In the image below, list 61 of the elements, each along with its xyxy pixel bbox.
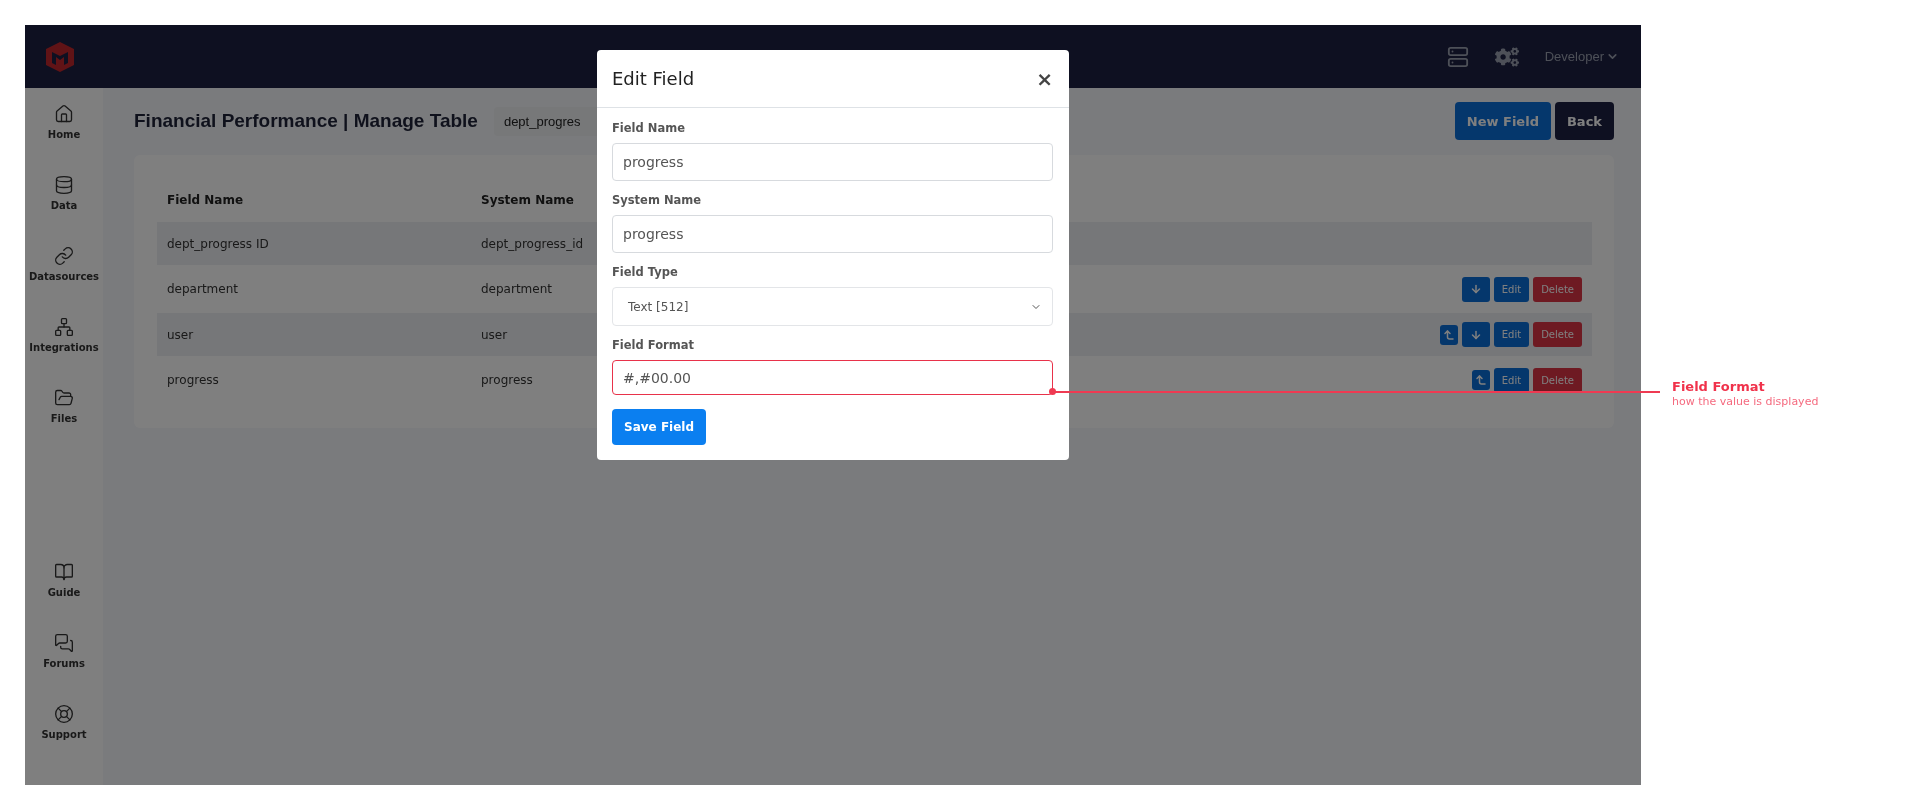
- sidebar-item[interactable]: Home: [25, 104, 103, 175]
- back-button[interactable]: Back: [1554, 102, 1614, 140]
- up-arrow-icon: [1474, 374, 1487, 386]
- annotation-text: how the value is displayed: [1672, 395, 1819, 408]
- delete-button[interactable]: Delete: [1533, 367, 1582, 393]
- field-label: Field Name: [612, 121, 686, 135]
- input-field[interactable]: #,#00.00: [612, 360, 1053, 395]
- link-icon: [54, 246, 74, 266]
- user-menu[interactable]: Developer: [1544, 49, 1619, 64]
- field-label: System Name: [612, 193, 703, 207]
- sidebar-item[interactable]: Guide: [25, 562, 103, 633]
- up-arrow-icon: [1442, 328, 1455, 341]
- table-cell-text: dept_progress_id: [481, 236, 585, 251]
- move-up-button[interactable]: [1471, 370, 1490, 390]
- home-icon: [54, 104, 74, 124]
- input-field[interactable]: progress: [612, 143, 1053, 181]
- sidebar-item[interactable]: Forums: [25, 633, 103, 704]
- settings-icon[interactable]: [1494, 44, 1519, 69]
- book-icon: [54, 562, 74, 582]
- down-arrow-icon: [1469, 328, 1482, 341]
- folder-icon: [54, 388, 74, 408]
- server-icon[interactable]: [1446, 45, 1469, 68]
- sidebar-item[interactable]: Support: [25, 704, 103, 775]
- leader-dot: [1049, 388, 1056, 395]
- sidebar-item[interactable]: Integrations: [25, 317, 103, 388]
- down-arrow-icon: [1469, 283, 1482, 295]
- chat-icon: [54, 633, 74, 653]
- sidebar-item[interactable]: Files: [25, 388, 103, 459]
- table-cell-text: department: [167, 282, 239, 296]
- close-button[interactable]: ×: [1036, 66, 1053, 91]
- sidebar-item[interactable]: Datasources: [25, 246, 103, 317]
- column-header: System Name: [481, 192, 575, 207]
- delete-button[interactable]: Delete: [1533, 322, 1582, 347]
- input-field[interactable]: progress: [612, 215, 1053, 253]
- lifebuoy-icon: [54, 704, 74, 724]
- move-up-button[interactable]: [1439, 324, 1458, 345]
- move-down-button[interactable]: [1461, 276, 1490, 302]
- field-label: Field Type: [612, 265, 679, 279]
- move-down-button[interactable]: [1461, 322, 1490, 347]
- field-label: Field Format: [612, 338, 695, 352]
- save-button[interactable]: Save Field: [612, 409, 707, 445]
- delete-button[interactable]: Delete: [1533, 276, 1582, 302]
- sidebar-item[interactable]: Data: [25, 175, 103, 246]
- column-header: Field Name: [167, 192, 245, 207]
- table-cell-text: progress: [167, 373, 220, 387]
- logo-icon: [45, 40, 75, 73]
- page-title: Financial Performance | Manage Table: [134, 110, 478, 132]
- edit-button[interactable]: Edit: [1493, 367, 1530, 393]
- table-cell-text: user: [167, 327, 195, 342]
- database-icon: [54, 175, 74, 195]
- new-field-button[interactable]: New Field: [1454, 102, 1551, 140]
- network-icon: [54, 317, 74, 337]
- edit-button[interactable]: Edit: [1493, 322, 1530, 347]
- edit-button[interactable]: Edit: [1493, 276, 1530, 302]
- table-cell-text: user: [481, 327, 509, 342]
- table-cell-text: dept_progress ID: [167, 236, 270, 251]
- table-cell-text: progress: [481, 373, 534, 387]
- table-cell-text: department: [481, 282, 553, 296]
- select-field[interactable]: Text [512]: [612, 287, 1053, 326]
- dialog-title: Edit Field: [612, 68, 695, 89]
- annotation-title: Field Format: [1672, 379, 1766, 394]
